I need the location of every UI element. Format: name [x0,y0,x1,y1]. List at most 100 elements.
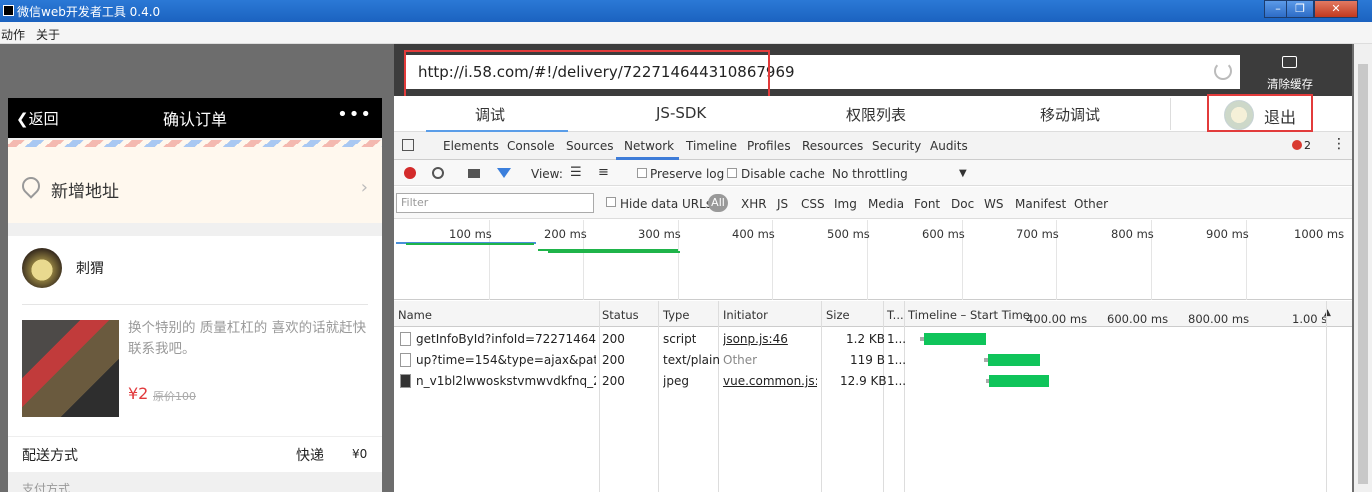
file-icon [400,332,411,346]
title-bar: 微信web开发者工具 0.4.0 – ❐ ✕ [0,0,1372,22]
tab-debug[interactable]: 调试 [475,104,505,125]
table-header: Name Status Type Initiator Size T... Tim… [394,301,1352,327]
filter-media[interactable]: Media [868,197,904,211]
menu-about[interactable]: 关于 [36,26,60,43]
app-icon [3,5,14,16]
disable-cache-checkbox[interactable] [727,168,737,178]
shipping-row[interactable]: 配送方式 快递 ¥0 [8,436,382,472]
col-status[interactable]: Status [602,308,639,322]
filter-all[interactable]: All [708,194,728,212]
filter-icon[interactable] [497,168,511,178]
maximize-button[interactable]: ❐ [1286,0,1314,18]
tab-mobile-debug[interactable]: 移动调试 [1040,104,1100,125]
overview-icon[interactable]: ≡ [598,165,609,180]
filter-input[interactable]: Filter [396,193,594,213]
initiator-link[interactable]: vue.common.js:... [723,374,817,388]
payment-row[interactable]: 支付方式 [8,474,382,492]
col-timeline[interactable]: Timeline – Start Time [908,308,1030,322]
timeline-label: 300 ms [638,227,681,241]
dropdown-arrow-icon[interactable]: ▼ [959,168,967,179]
page-title: 确认订单 [162,110,227,129]
time-scale-label: 400.00 ms [1026,312,1088,326]
col-time[interactable]: T... [887,308,904,322]
filter-other[interactable]: Other [1074,197,1108,211]
filter-doc[interactable]: Doc [951,197,974,211]
table-row[interactable]: getInfoById?infoId=7227146443... 200 scr… [394,329,1352,350]
tab-sources[interactable]: Sources [566,139,613,153]
more-icon[interactable]: ••• [337,104,372,125]
timeline-label: 800 ms [1111,227,1154,241]
tab-timeline[interactable]: Timeline [686,139,737,153]
table-row[interactable]: n_v1bl2lwwoskstvmwvdkfnq_20... 200 jpeg … [394,371,1352,392]
reload-icon[interactable] [1214,62,1232,80]
timeline-label: 400 ms [732,227,775,241]
error-icon[interactable] [1292,140,1302,150]
scrollbar-thumb[interactable] [1358,64,1368,484]
col-size[interactable]: Size [826,308,850,322]
timeline-bar [406,243,534,245]
phone-nav-bar: ❮返回 确认订单 ••• [8,98,382,138]
col-type[interactable]: Type [663,308,689,322]
inspect-icon[interactable] [402,139,414,151]
order-item-card: 刺猬 换个特别的 质量杠杠的 喜欢的话就赶快联系我吧。 ¥2 原价100 [8,236,382,436]
network-request-table: Name Status Type Initiator Size T... Tim… [394,301,1352,492]
initiator-link[interactable]: jsonp.js:46 [723,332,788,346]
filter-css[interactable]: CSS [801,197,825,211]
original-price: 原价100 [153,390,196,403]
add-address-label: 新增地址 [51,182,119,202]
tab-security[interactable]: Security [872,139,921,153]
code-icon [1282,56,1297,68]
throttling-select[interactable]: No throttling [832,167,908,181]
filter-font[interactable]: Font [914,197,940,211]
location-icon [18,173,44,199]
time-scale-label: 600.00 ms [1107,312,1169,326]
close-button[interactable]: ✕ [1314,0,1358,18]
record-icon[interactable] [404,167,416,179]
tab-console[interactable]: Console [507,139,555,153]
disable-cache-label: Disable cache [741,167,825,181]
divider [22,304,368,305]
divider [1170,98,1171,130]
menu-bar: 动作 关于 [0,22,1372,44]
col-name[interactable]: Name [398,308,432,322]
filter-ws[interactable]: WS [984,197,1003,211]
more-options-icon[interactable]: ⋮ [1332,136,1346,152]
product-price: ¥2 [128,384,149,403]
tab-network[interactable]: Network [624,139,674,153]
capture-screenshots-icon[interactable] [468,169,480,178]
seller-name: 刺猬 [76,261,104,277]
tab-profiles[interactable]: Profiles [747,139,791,153]
tab-js-sdk[interactable]: JS-SDK [656,104,706,122]
menu-action[interactable]: 动作 [1,26,25,43]
filter-img[interactable]: Img [834,197,857,211]
tab-permissions[interactable]: 权限列表 [846,104,906,125]
product-description: 换个特别的 质量杠杠的 喜欢的话就赶快联系我吧。 [128,320,367,357]
shipping-fee: ¥0 [352,447,368,461]
devtools-panel: Elements Console Sources Network Timelin… [394,132,1352,492]
shipping-method: 快递 [296,448,324,464]
tab-audits[interactable]: Audits [930,139,968,153]
timeline-bar [548,251,680,253]
add-address-card[interactable]: 新增地址 › [8,140,382,223]
filter-manifest[interactable]: Manifest [1015,197,1066,211]
tab-resources[interactable]: Resources [802,139,863,153]
tab-elements[interactable]: Elements [443,139,499,153]
timeline-label: 1000 ms [1294,227,1345,241]
clear-icon[interactable] [432,167,444,179]
filter-js[interactable]: JS [777,197,788,211]
scrollbar[interactable] [1354,44,1372,492]
network-overview[interactable]: 100 ms 200 ms 300 ms 400 ms 500 ms 600 m… [394,220,1352,300]
file-icon [400,353,411,367]
col-initiator[interactable]: Initiator [723,308,768,322]
network-toolbar: View: ☰ ≡ Preserve log Disable cache No … [394,160,1352,186]
clear-cache-button[interactable]: 清除缓存 [1250,52,1330,94]
timeline-label: 900 ms [1206,227,1249,241]
hide-data-urls-checkbox[interactable] [606,197,616,207]
list-view-icon[interactable]: ☰ [570,165,582,180]
timeline-label: 100 ms [449,227,492,241]
seller-avatar [22,248,62,288]
filter-xhr[interactable]: XHR [741,197,767,211]
payment-label: 支付方式 [22,482,71,492]
table-row[interactable]: up?time=154&type=ajax&path... 200 text/p… [394,350,1352,371]
preserve-log-checkbox[interactable] [637,168,647,178]
